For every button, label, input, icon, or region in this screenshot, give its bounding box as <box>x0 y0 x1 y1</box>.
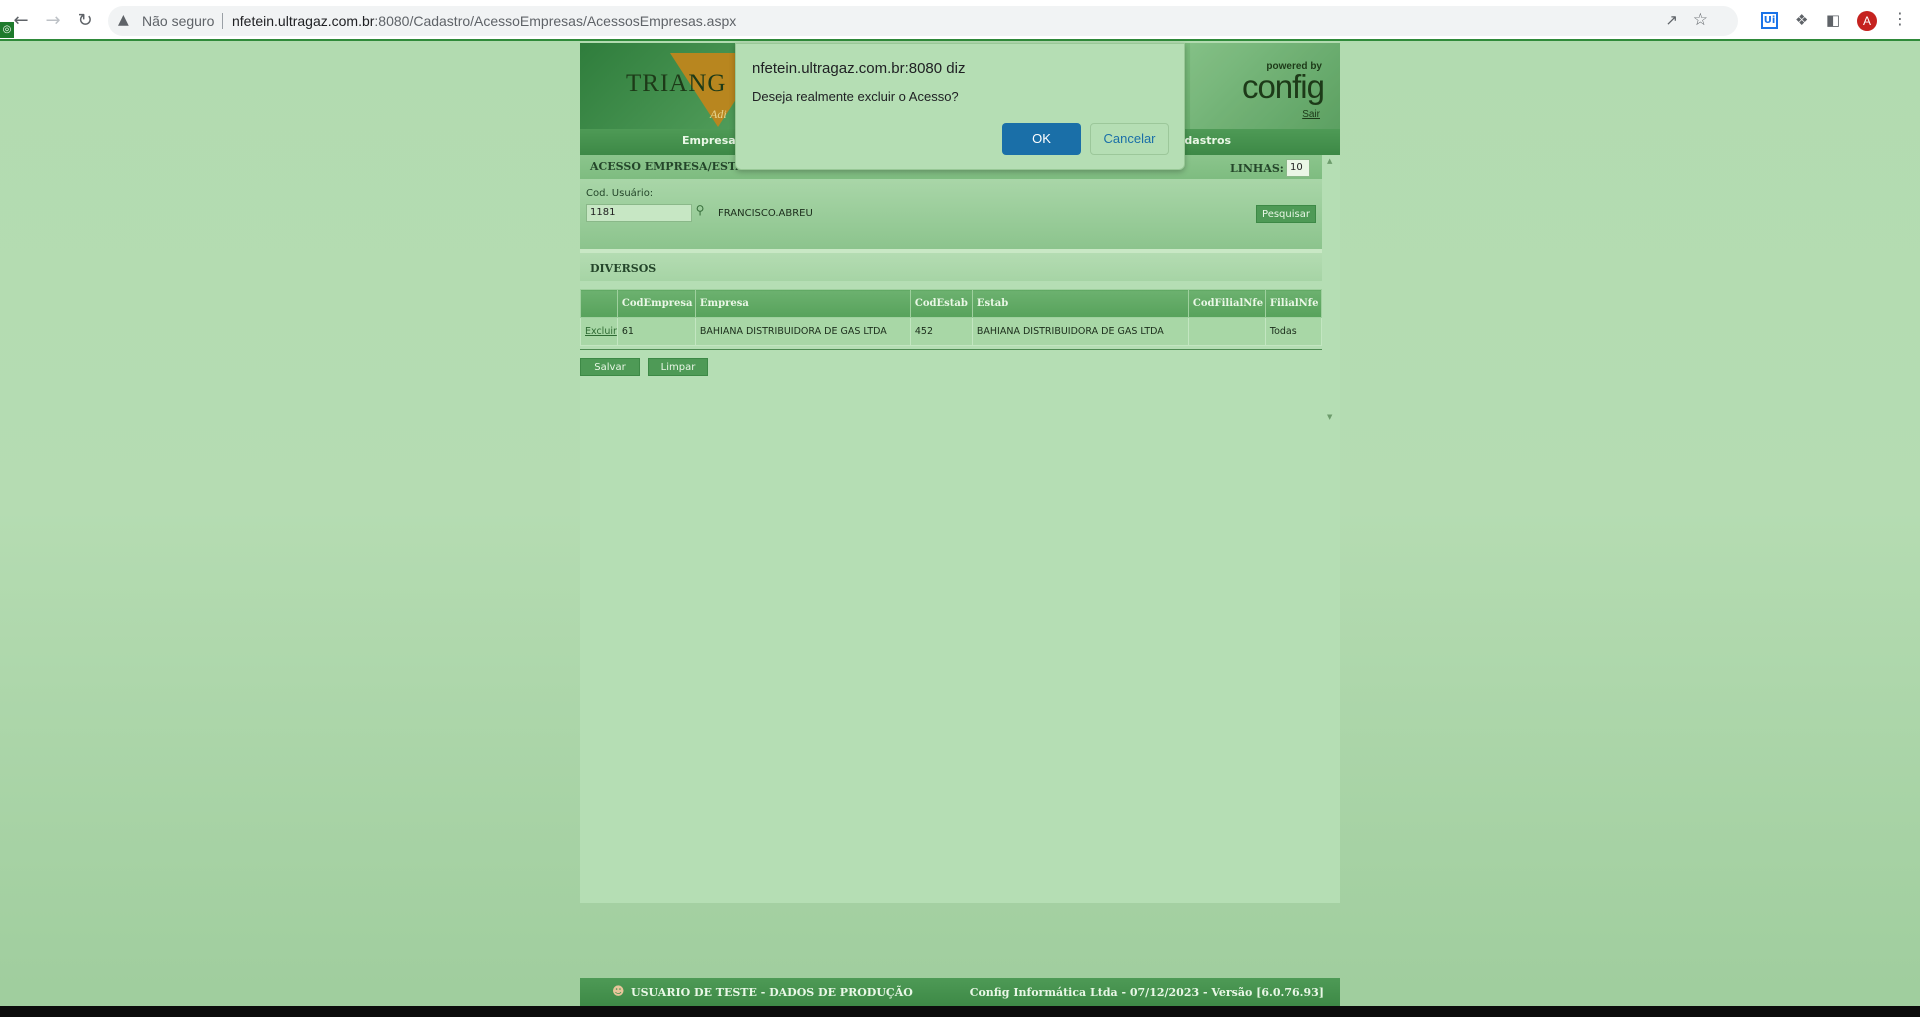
recording-indicator-icon: ◎ <box>0 22 14 38</box>
warning-icon[interactable]: ▲ <box>118 12 129 28</box>
delete-cell: Excluir <box>580 317 618 346</box>
reload-icon[interactable]: ↻ <box>74 10 96 32</box>
ui-extension-icon[interactable]: Ui <box>1761 12 1778 29</box>
column-header-cod-filial-nfe[interactable]: CodFilialNfe <box>1187 289 1266 318</box>
app-container: TRIANG Adi powered by config Sair Empres… <box>580 43 1340 903</box>
browser-toolbar: ← → ↻ ▲ Não seguro nfetein.ultragaz.com.… <box>0 0 1920 41</box>
share-icon[interactable]: ↗ <box>1665 11 1678 29</box>
column-header-cod-estab[interactable]: CodEstab <box>909 289 973 318</box>
search-filter-area: Cod. Usuário: 1181 ⚲ FRANCISCO.ABREU Pes… <box>580 179 1322 249</box>
status-footer: ☻ USUARIO DE TESTE - DADOS DE PRODUÇÃO C… <box>580 978 1340 1006</box>
grid-bottom-border <box>580 349 1322 350</box>
access-grid: CodEmpresa Empresa CodEstab Estab CodFil… <box>580 289 1323 346</box>
column-header-estab[interactable]: Estab <box>971 289 1189 318</box>
column-header-cod-empresa[interactable]: CodEmpresa <box>616 289 696 318</box>
address-separator <box>222 13 223 29</box>
clear-button[interactable]: Limpar <box>648 358 708 376</box>
extensions-puzzle-icon[interactable]: ❖ <box>1795 11 1808 29</box>
search-button[interactable]: Pesquisar <box>1256 205 1316 223</box>
save-button[interactable]: Salvar <box>580 358 640 376</box>
user-code-input[interactable]: 1181 <box>586 204 692 222</box>
address-bar[interactable]: ▲ Não seguro nfetein.ultragaz.com.br:808… <box>108 6 1738 36</box>
estab-cell: BAHIANA DISTRIBUIDORA DE GAS LTDA <box>971 317 1189 346</box>
menu-item-empresa[interactable]: Empresa <box>682 134 736 147</box>
column-header-filial-nfe[interactable]: FilialNfe <box>1264 289 1323 318</box>
dialog-message: Deseja realmente excluir o Acesso? <box>752 89 959 104</box>
user-icon: ☻ <box>612 984 625 998</box>
panel-scrollbar[interactable]: ▲ ▼ <box>1322 155 1340 423</box>
scroll-down-icon[interactable]: ▼ <box>1327 413 1332 421</box>
logout-link[interactable]: Sair <box>1302 109 1320 120</box>
section-header: DIVERSOS <box>580 253 1322 281</box>
os-taskbar <box>0 1006 1920 1017</box>
config-brand-logo: config <box>1241 68 1325 105</box>
url-text[interactable]: nfetein.ultragaz.com.br:8080/Cadastro/Ac… <box>232 13 736 29</box>
delete-link[interactable]: Excluir <box>585 326 617 337</box>
empresa-cell: BAHIANA DISTRIBUIDORA DE GAS LTDA <box>694 317 911 346</box>
current-user-text: USUARIO DE TESTE - DADOS DE PRODUÇÃO <box>631 986 913 999</box>
bookmark-star-icon[interactable]: ☆ <box>1693 10 1708 30</box>
logo-text: TRIANG <box>626 70 727 97</box>
cod-empresa-cell: 61 <box>616 317 696 346</box>
confirm-dialog: nfetein.ultragaz.com.br:8080 diz Deseja … <box>735 43 1185 170</box>
section-title: DIVERSOS <box>590 262 657 275</box>
ok-button[interactable]: OK <box>1002 123 1081 155</box>
insecure-label[interactable]: Não seguro <box>142 13 214 29</box>
cancel-button[interactable]: Cancelar <box>1090 123 1169 155</box>
lines-label: LINHAS: <box>1230 162 1284 175</box>
lines-input[interactable]: 10 <box>1286 159 1310 177</box>
table-row: Excluir 61 BAHIANA DISTRIBUIDORA DE GAS … <box>580 317 1323 346</box>
column-header-empresa[interactable]: Empresa <box>694 289 911 318</box>
profile-avatar[interactable]: A <box>1857 11 1877 31</box>
side-panel-icon[interactable]: ◧ <box>1826 11 1840 29</box>
url-host: nfetein.ultragaz.com.br <box>232 13 375 29</box>
column-header-action <box>580 289 618 318</box>
browser-menu-icon[interactable]: ⋮ <box>1892 9 1908 28</box>
logo-subtitle: Adi <box>710 107 727 121</box>
scroll-up-icon[interactable]: ▲ <box>1327 157 1332 165</box>
filial-nfe-cell: Todas <box>1264 317 1323 346</box>
forward-arrow-icon[interactable]: → <box>42 10 64 32</box>
cod-estab-cell: 452 <box>909 317 973 346</box>
dialog-title: nfetein.ultragaz.com.br:8080 diz <box>752 60 966 77</box>
cod-filial-nfe-cell <box>1187 317 1266 346</box>
lookup-search-icon[interactable]: ⚲ <box>692 203 708 221</box>
url-path: :8080/Cadastro/AcessoEmpresas/AcessosEmp… <box>374 13 737 29</box>
user-code-label: Cod. Usuário: <box>586 188 654 199</box>
menu-item-cadastros[interactable]: adastros <box>1177 134 1231 147</box>
user-name-value: FRANCISCO.ABREU <box>718 208 813 219</box>
grid-header-row: CodEmpresa Empresa CodEstab Estab CodFil… <box>580 289 1323 318</box>
version-text: Config Informática Ltda - 07/12/2023 - V… <box>969 986 1324 999</box>
